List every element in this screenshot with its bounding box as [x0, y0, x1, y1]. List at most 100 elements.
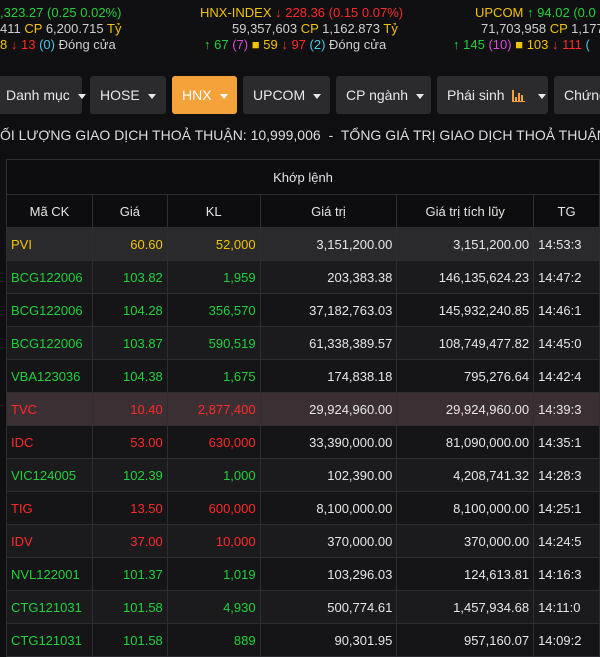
cell-value: 8,100,000.00: [259, 491, 398, 525]
cell-time: 14:46:1: [533, 293, 600, 327]
table-row[interactable]: TIG 13.50 600,000 8,100,000.00 8,100,000.00 1…: [6, 491, 600, 525]
cell-value: 102,390.00: [259, 458, 398, 492]
hnx-index-ceil-count: (7): [232, 37, 249, 52]
cell-price: 13.50: [91, 491, 168, 525]
table-row[interactable]: IDC 53.00 630,000 33,390,000.00 81,090,000.0…: [6, 425, 600, 459]
cell-value: 500,774.61: [259, 590, 398, 624]
upcom-index-line3: ↑ 145 (10) ■ 103 ↓ 111 (: [453, 37, 590, 52]
cell-accumulated-value: 108,749,477.82: [396, 326, 535, 360]
cell-time: 14:16:3: [533, 557, 600, 591]
cell-price: 53.00: [91, 425, 168, 459]
hnx-index-value: 228.36: [285, 5, 326, 20]
cell-price: 103.82: [91, 260, 168, 294]
hnx-index-unit: Tỷ: [383, 21, 398, 36]
upcom-index-ceil-count: (10): [488, 37, 512, 52]
cell-accumulated-value: 124,613.81: [396, 557, 535, 591]
table-row[interactable]: BCG122006 103.87 590,519 61,338,389.57 108,7…: [6, 326, 600, 360]
upcom-index-name: UPCOM: [475, 5, 524, 20]
cell-accumulated-value: 4,208,741.32: [396, 458, 535, 492]
hnx-index-floor-count: (2): [309, 37, 326, 52]
tab-label: Chứng: [564, 87, 600, 103]
cell-price: 37.00: [91, 524, 168, 558]
left-index-cp-value: 6,200.715: [45, 21, 104, 36]
tab-danh-muc[interactable]: Danh mục: [0, 76, 86, 114]
caret-down-icon: [77, 93, 86, 99]
column-header-value[interactable]: Giá trị: [259, 194, 398, 228]
group-header-khop-lenh: Khớp lệnh: [6, 159, 600, 195]
upcom-index-cp-value: 1,177: [571, 21, 600, 36]
cell-time: 14:24:5: [533, 524, 600, 558]
left-index-line3: 8 ↓ 13 (0) Đóng cửa: [0, 37, 116, 52]
arrow-down-icon: ↓: [552, 37, 559, 52]
tab-hose[interactable]: HOSE: [90, 76, 166, 114]
matched-orders-table: Khớp lệnh Mã CK Giá KL Giá trị Giá trị t…: [6, 159, 600, 657]
cell-accumulated-value: 3,151,200.00: [396, 227, 535, 261]
table-row[interactable]: TVC 10.40 2,877,400 29,924,960.00 29,924,960…: [6, 392, 600, 426]
column-header-symbol[interactable]: Mã CK: [6, 194, 93, 228]
arrow-up-icon: ↑: [453, 37, 460, 52]
tab-upcom[interactable]: UPCOM: [243, 76, 330, 114]
tab-label: Danh mục: [6, 87, 70, 103]
tab-cp-nganh[interactable]: CP ngành: [336, 76, 431, 114]
tab-label: HNX: [182, 87, 212, 103]
table-row[interactable]: BCG122006 104.28 356,570 37,182,763.03 145,9…: [6, 293, 600, 327]
cell-value: 37,182,763.03: [259, 293, 398, 327]
negotiated-volume-label: ỐI LƯỢNG GIAO DỊCH THOẢ THUẬN:: [0, 127, 247, 143]
table-row[interactable]: IDV 37.00 10,000 370,000.00 370,000.00 14:24:…: [6, 524, 600, 558]
table-row[interactable]: VIC124005 102.39 1,000 102,390.00 4,208,741.…: [6, 458, 600, 492]
column-header-time[interactable]: TG: [533, 194, 600, 228]
table-row[interactable]: CTG121031 101.58 4,930 500,774.61 1,457,934.…: [6, 590, 600, 624]
table-row[interactable]: BCG122006 103.82 1,959 203,383.38 146,135,62…: [6, 260, 600, 294]
hnx-index-change: (0.15 0.07%): [328, 5, 404, 20]
table-row[interactable]: VBA123036 104.38 1,675 174,838.18 795,276.64…: [6, 359, 600, 393]
cell-value: 90,301.95: [259, 623, 398, 657]
tab-chung[interactable]: Chứng: [554, 76, 600, 114]
cell-symbol: IDV: [6, 524, 93, 558]
cell-time: 14:39:3: [533, 392, 600, 426]
column-header-accumulated-value[interactable]: Giá trị tích lũy: [396, 194, 535, 228]
upcom-index-floor-count: (: [585, 37, 590, 52]
cell-accumulated-value: 8,100,000.00: [396, 491, 535, 525]
tab-phai-sinh[interactable]: Phái sinh: [437, 76, 548, 114]
cell-price: 102.39: [91, 458, 168, 492]
cell-time: 14:25:1: [533, 491, 600, 525]
column-header-price[interactable]: Giá: [91, 194, 168, 228]
cell-accumulated-value: 1,457,934.68: [396, 590, 535, 624]
hnx-index-name: HNX-INDEX: [200, 5, 272, 20]
upcom-index-down-count: 111: [562, 37, 582, 52]
cell-time: 14:47:2: [533, 260, 600, 294]
negotiated-volume-value: 10,999,006: [250, 127, 321, 143]
left-index-down-count: 13: [20, 37, 36, 52]
cell-volume: 600,000: [166, 491, 261, 525]
upcom-index-line1: UPCOM ↑ 94.02 (0.0: [475, 5, 596, 20]
cell-symbol: NVL122001: [6, 557, 93, 591]
cell-value: 174,838.18: [259, 359, 398, 393]
caret-down-icon: [416, 93, 425, 99]
table-row[interactable]: PVI 60.60 52,000 3,151,200.00 3,151,200.00 14…: [6, 227, 600, 261]
cell-accumulated-value: 957,160.07: [396, 623, 535, 657]
tab-hnx[interactable]: HNX: [172, 76, 237, 114]
cell-time: 14:09:2: [533, 623, 600, 657]
caret-down-icon: [219, 93, 228, 99]
cell-volume: 1,000: [166, 458, 261, 492]
cell-value: 103,296.03: [259, 557, 398, 591]
tab-label: HOSE: [100, 87, 140, 103]
hnx-index-line2: 59,357,603 CP 1,162.873 Tỷ: [232, 21, 398, 36]
cell-symbol: BCG122006: [6, 293, 93, 327]
table-row[interactable]: CTG121031 101.58 889 90,301.95 957,160.07 14:…: [6, 623, 600, 657]
cell-accumulated-value: 29,924,960.00: [396, 392, 535, 426]
cell-time: 14:42:4: [533, 359, 600, 393]
cell-volume: 889: [166, 623, 261, 657]
column-header-volume[interactable]: KL: [166, 194, 261, 228]
hnx-index-down-count: 97: [291, 37, 306, 52]
left-index-line2: 411 CP 6,200.715 Tỷ: [0, 21, 122, 36]
cell-time: 14:53:3: [533, 227, 600, 261]
left-index-value: ,323.27: [0, 5, 44, 20]
cell-volume: 590,519: [166, 326, 261, 360]
hnx-index-volume: 59,357,603: [232, 21, 298, 36]
caret-down-icon: [147, 93, 156, 99]
cell-accumulated-value: 146,135,624.23: [396, 260, 535, 294]
tab-label: UPCOM: [253, 87, 306, 103]
cell-accumulated-value: 370,000.00: [396, 524, 535, 558]
table-row[interactable]: NVL122001 101.37 1,019 103,296.03 124,613.81…: [6, 557, 600, 591]
